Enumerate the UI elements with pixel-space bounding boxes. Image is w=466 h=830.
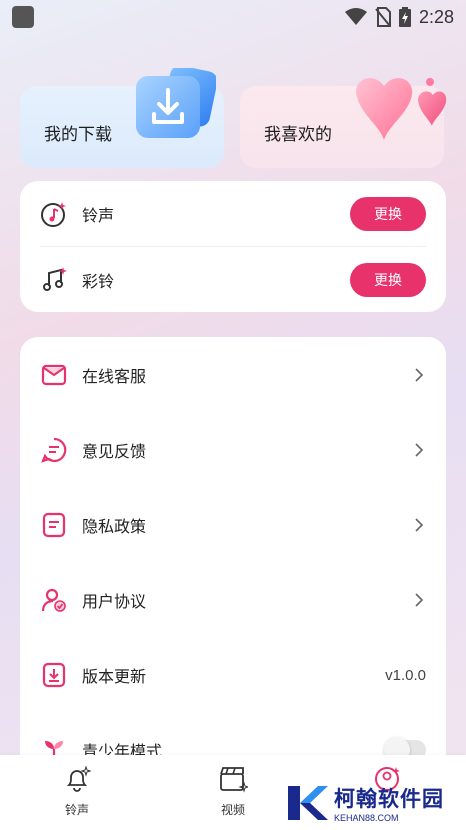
site-watermark: 柯翰软件园 KEHAN88.COM	[284, 778, 464, 828]
ringtone-note-icon	[40, 200, 68, 228]
color-ring-label: 彩铃	[82, 272, 115, 291]
menu-item-privacy-policy[interactable]: 隐私政策	[40, 505, 426, 545]
customer-service-icon	[40, 361, 68, 389]
ringtone-card: 铃声 更换 彩铃 更换	[20, 181, 446, 312]
feedback-icon	[40, 436, 68, 464]
user-agreement-icon	[40, 586, 68, 614]
my-downloads-label: 我的下载	[44, 125, 112, 145]
app-notification-icon	[12, 6, 34, 28]
menu-item-feedback[interactable]: 意见反馈	[40, 430, 426, 470]
menu-label-feedback: 意见反馈	[82, 442, 147, 461]
color-ring-music-icon	[40, 266, 68, 294]
wifi-icon	[344, 8, 367, 25]
video-clapper-icon	[220, 767, 248, 793]
ringtone-row: 铃声 更换	[40, 181, 426, 247]
status-bar: 2:28	[0, 0, 466, 34]
menu-label-customer-service: 在线客服	[82, 367, 147, 386]
change-ringtone-button[interactable]: 更换	[350, 196, 426, 231]
menu-item-user-agreement[interactable]: 用户协议	[40, 580, 426, 620]
battery-charging-icon	[398, 7, 411, 27]
status-icons: 2:28	[344, 4, 454, 30]
change-color-ring-button[interactable]: 更换	[350, 263, 426, 297]
menu-item-version-update[interactable]: 版本更新 v1.0.0	[40, 655, 426, 695]
chevron-right-icon	[415, 443, 424, 457]
nav-label-video: 视频	[220, 803, 245, 817]
chevron-right-icon	[415, 593, 424, 607]
version-number: v1.0.0	[385, 666, 426, 684]
hearts-icon	[356, 78, 447, 140]
settings-menu-card: 在线客服 意见反馈 隐私政策 用户协议 版本更新 v1.0.0 青少年模式	[20, 337, 446, 777]
ringtone-label: 铃声	[82, 205, 115, 225]
top-cards: 我的下载 我喜欢的	[20, 68, 447, 168]
no-sim-icon	[375, 7, 391, 27]
watermark-subtitle: KEHAN88.COM	[334, 813, 399, 823]
kehan-logo-icon	[288, 786, 328, 820]
chevron-right-icon	[415, 368, 424, 382]
menu-item-customer-service[interactable]: 在线客服	[40, 355, 426, 395]
privacy-policy-icon	[40, 511, 68, 539]
watermark-title: 柯翰软件园	[334, 787, 444, 811]
menu-label-privacy-policy: 隐私政策	[82, 517, 147, 536]
nav-tab-video[interactable]: 视频	[188, 765, 278, 825]
download-folder-icon	[136, 68, 216, 138]
my-favorites-label: 我喜欢的	[264, 125, 332, 145]
menu-label-user-agreement: 用户协议	[82, 592, 147, 611]
bell-icon	[66, 765, 91, 792]
nav-label-ringtone: 铃声	[64, 803, 89, 817]
nav-tab-ringtone[interactable]: 铃声	[32, 765, 122, 825]
menu-label-version-update: 版本更新	[82, 667, 147, 686]
version-update-icon	[40, 661, 68, 689]
chevron-right-icon	[415, 518, 424, 532]
status-time: 2:28	[418, 6, 454, 27]
color-ring-row: 彩铃 更换	[40, 247, 426, 313]
